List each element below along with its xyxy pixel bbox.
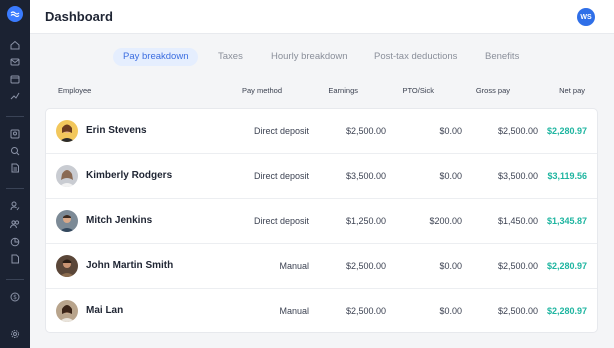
employee-avatar — [56, 165, 78, 187]
earnings: $2,500.00 — [345, 306, 386, 316]
employee-name: John Martin Smith — [86, 260, 174, 271]
tab-bar: Pay breakdown Taxes Hourly breakdown Pos… — [0, 48, 614, 68]
pie-chart-icon[interactable] — [9, 236, 21, 248]
tab-pay-breakdown[interactable]: Pay breakdown — [113, 48, 199, 66]
app-logo-icon[interactable] — [7, 6, 23, 22]
earnings: $2,500.00 — [345, 261, 386, 271]
net-pay: $1,345.87 — [546, 216, 587, 226]
column-header-earnings[interactable]: Earnings — [328, 86, 358, 95]
team-icon[interactable] — [9, 218, 21, 230]
sidebar-divider — [6, 188, 24, 189]
payroll-table: Erin Stevens Direct deposit $2,500.00 $0… — [45, 108, 598, 333]
employee-avatar — [56, 300, 78, 322]
gross-pay: $2,500.00 — [497, 306, 538, 316]
pto-sick: $200.00 — [429, 216, 462, 226]
tab-hourly-breakdown[interactable]: Hourly breakdown — [271, 48, 348, 66]
tab-benefits[interactable]: Benefits — [485, 48, 519, 66]
net-pay: $2,280.97 — [546, 306, 587, 316]
user-avatar[interactable]: WS — [577, 8, 595, 26]
gross-pay: $2,500.00 — [497, 261, 538, 271]
employee-name: Erin Stevens — [86, 125, 147, 136]
document-icon[interactable] — [9, 162, 21, 174]
table-row[interactable]: Mitch Jenkins Direct deposit $1,250.00 $… — [46, 199, 597, 244]
column-header-gross-pay[interactable]: Gross pay — [476, 86, 510, 95]
net-pay: $2,280.97 — [546, 126, 587, 136]
settings-icon[interactable] — [9, 328, 21, 340]
pay-method: Direct deposit — [253, 126, 309, 136]
column-header-pay-method[interactable]: Pay method — [242, 86, 282, 95]
person-edit-icon[interactable] — [9, 200, 21, 212]
top-bar: Dashboard WS — [30, 0, 614, 34]
tab-post-tax-deductions[interactable]: Post-tax deductions — [374, 48, 457, 66]
employee-name: Mai Lan — [86, 305, 124, 316]
pay-method: Manual — [279, 261, 309, 271]
employee-avatar — [56, 255, 78, 277]
gross-pay: $3,500.00 — [497, 171, 538, 181]
dollar-icon[interactable]: $ — [9, 291, 21, 303]
earnings: $3,500.00 — [345, 171, 386, 181]
earnings: $2,500.00 — [345, 126, 386, 136]
gross-pay: $1,450.00 — [497, 216, 538, 226]
gross-pay: $2,500.00 — [497, 126, 538, 136]
svg-text:$: $ — [13, 294, 17, 301]
net-pay: $3,119.56 — [547, 171, 587, 181]
table-row[interactable]: Erin Stevens Direct deposit $2,500.00 $0… — [46, 109, 597, 154]
file-icon[interactable] — [9, 253, 21, 265]
table-row[interactable]: John Martin Smith Manual $2,500.00 $0.00… — [46, 244, 597, 289]
tab-taxes[interactable]: Taxes — [218, 48, 243, 66]
contact-icon[interactable] — [9, 128, 21, 140]
column-header-employee[interactable]: Employee — [58, 86, 91, 95]
employee-name: Mitch Jenkins — [86, 215, 153, 226]
page-title: Dashboard — [45, 9, 113, 24]
net-pay: $2,280.97 — [546, 261, 587, 271]
pto-sick: $0.00 — [439, 306, 462, 316]
earnings: $1,250.00 — [345, 216, 386, 226]
table-row[interactable]: Kimberly Rodgers Direct deposit $3,500.0… — [46, 154, 597, 199]
pto-sick: $0.00 — [439, 171, 462, 181]
pay-method: Manual — [279, 306, 309, 316]
pay-method: Direct deposit — [253, 171, 309, 181]
sidebar-divider — [6, 116, 24, 117]
pto-sick: $0.00 — [439, 126, 462, 136]
employee-avatar — [56, 120, 78, 142]
employee-name: Kimberly Rodgers — [86, 170, 173, 181]
table-header: Employee Pay method Earnings PTO/Sick Gr… — [0, 86, 614, 98]
sidebar-divider — [6, 279, 24, 280]
search-user-icon[interactable] — [9, 145, 21, 157]
employee-avatar — [56, 210, 78, 232]
column-header-pto-sick[interactable]: PTO/Sick — [402, 86, 434, 95]
pto-sick: $0.00 — [439, 261, 462, 271]
calendar-icon[interactable] — [9, 73, 21, 85]
pay-method: Direct deposit — [253, 216, 309, 226]
column-header-net-pay[interactable]: Net pay — [559, 86, 585, 95]
table-row[interactable]: Mai Lan Manual $2,500.00 $0.00 $2,500.00… — [46, 289, 597, 332]
